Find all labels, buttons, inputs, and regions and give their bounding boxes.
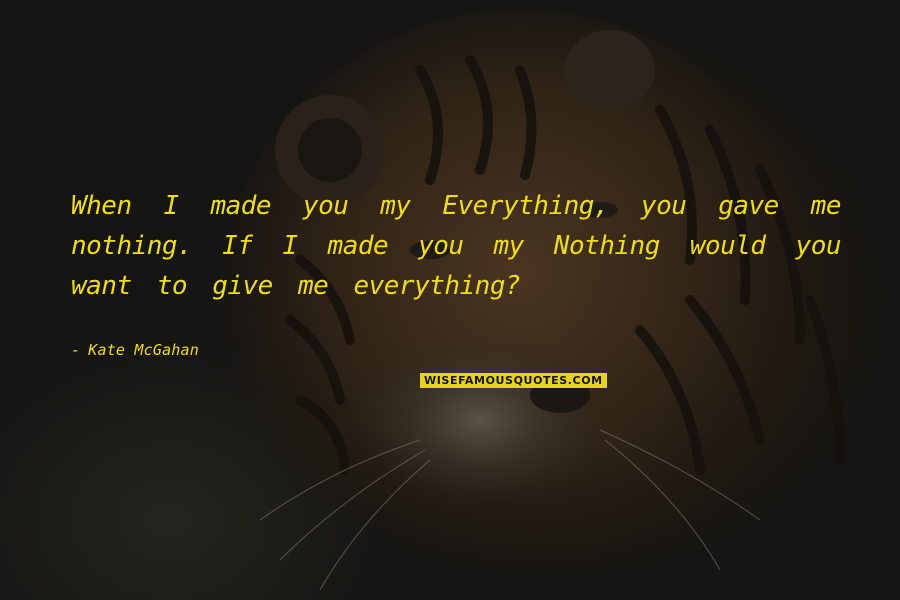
tiger-ear-right: [565, 30, 655, 110]
quote-card: When I made you my Everything, you gave …: [0, 0, 900, 600]
tiger-muzzle: [350, 330, 610, 510]
quote-author: - Kate McGahan: [71, 340, 199, 360]
quote-text: When I made you my Everything, you gave …: [71, 191, 842, 301]
author-name: Kate McGahan: [88, 341, 200, 359]
author-dash: -: [71, 341, 81, 359]
watermark-logo: WISEFAMOUSQUOTES.COM: [420, 373, 607, 388]
